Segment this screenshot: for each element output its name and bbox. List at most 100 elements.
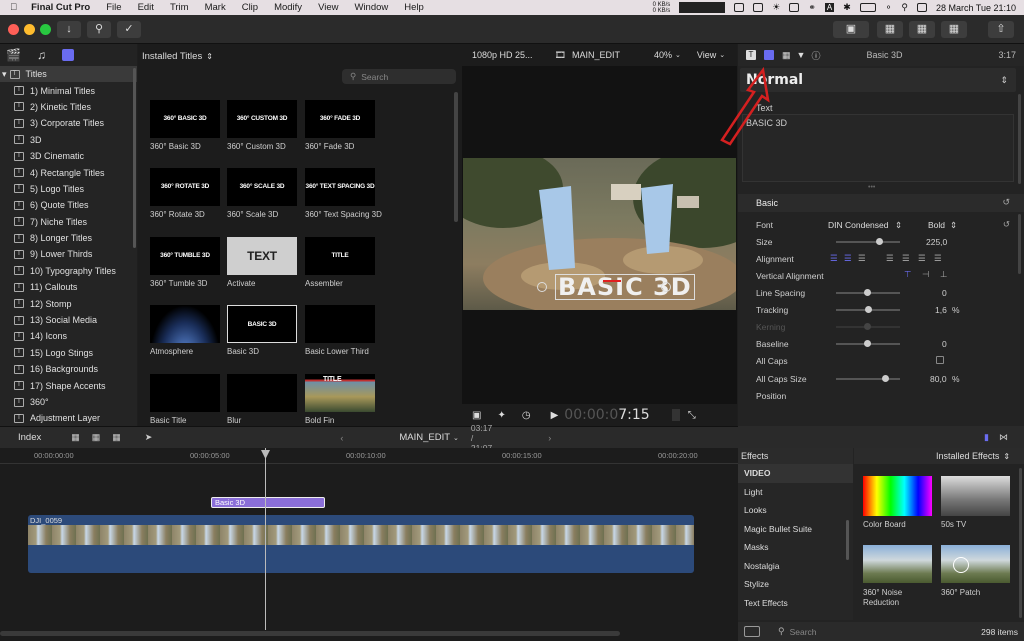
align-right-icon[interactable]: ☰ — [858, 253, 866, 264]
effects-category[interactable]: Light — [738, 483, 853, 502]
zoom-window-button[interactable] — [40, 24, 51, 35]
tracking-value[interactable]: 1,6 — [935, 305, 947, 315]
menu-window[interactable]: Window — [346, 2, 396, 13]
bluetooth-icon[interactable]: ✱ — [843, 2, 851, 13]
sidebar-item[interactable]: T 17) Shape Accents — [0, 377, 137, 393]
sidebar-item[interactable]: T 3D — [0, 132, 137, 148]
font-family-menu[interactable]: DIN Condensed — [828, 220, 888, 230]
effects-scrollbar[interactable] — [846, 520, 849, 560]
display-icon[interactable] — [789, 3, 800, 12]
sidebar-item[interactable]: T 8) Longer Titles — [0, 230, 137, 246]
browser-scrollbar[interactable] — [454, 92, 458, 222]
timeline-project[interactable]: MAIN_EDIT — [399, 432, 450, 443]
workspace-toggle-button[interactable]: ▣ — [833, 21, 869, 38]
effect-tile[interactable] — [863, 545, 932, 583]
forward-arrow-icon[interactable]: › — [548, 433, 551, 443]
justify-left-icon[interactable]: ☰ — [886, 253, 894, 264]
effects-category[interactable]: Looks — [738, 501, 853, 520]
effects-category[interactable]: Magic Bullet Suite — [738, 520, 853, 539]
size-slider[interactable] — [836, 238, 900, 245]
menu-file[interactable]: File — [98, 2, 129, 13]
fullscreen-icon[interactable]: ⤡ — [688, 410, 696, 421]
music-icon[interactable]: ♫ — [37, 48, 46, 62]
sidebar-group-titles[interactable]: ▾ T Titles — [0, 66, 137, 83]
line-spacing-value[interactable]: 0 — [942, 288, 947, 298]
index-button[interactable]: Index — [18, 432, 41, 443]
justify-full-icon[interactable]: ☰ — [934, 253, 942, 264]
all-caps-size-value[interactable]: 80,0 — [930, 374, 947, 384]
title-thumbnail[interactable]: BASIC 3D — [227, 305, 297, 343]
text-inspector-icon[interactable] — [764, 50, 774, 60]
viewer-frame[interactable]: BASIC 3D — [463, 158, 736, 310]
justify-right-icon[interactable]: ☰ — [918, 253, 926, 264]
import-button[interactable]: ↓ — [57, 21, 81, 38]
clapper-icon[interactable]: 🎬 — [6, 48, 21, 62]
slider-knob[interactable] — [876, 238, 883, 245]
sidebar-scrollbar[interactable] — [133, 68, 136, 248]
magic-wand-icon[interactable]: ✦ — [497, 410, 505, 421]
sidebar-item[interactable]: T 12) Stomp — [0, 295, 137, 311]
reset-icon[interactable]: ↺ — [1003, 219, 1010, 230]
effect-tile[interactable] — [863, 476, 932, 516]
sidebar-item[interactable]: T 11) Callouts — [0, 279, 137, 295]
title-overlay-text[interactable]: BASIC 3D — [555, 274, 695, 300]
apple-menu-icon[interactable]:  — [0, 2, 25, 13]
installed-effects-menu[interactable]: Installed Effects ⇕ — [854, 448, 1024, 464]
play-button[interactable]: ▶ — [551, 410, 559, 421]
effects-tiles-scrollbar[interactable] — [1019, 468, 1022, 618]
menu-edit[interactable]: Edit — [130, 2, 162, 13]
keyboard-icon[interactable]: A — [824, 3, 835, 12]
title-thumbnail[interactable]: TITLE — [305, 374, 375, 412]
justify-center-icon[interactable]: ☰ — [902, 253, 910, 264]
slider-knob[interactable] — [864, 289, 871, 296]
effects-category[interactable]: Nostalgia — [738, 557, 853, 576]
title-thumbnail[interactable]: TEXT — [227, 237, 297, 275]
effects-category-video[interactable]: VIDEO — [738, 464, 853, 483]
crop-tool-icon[interactable]: ▣ — [472, 410, 481, 421]
titles-generators-icon[interactable] — [61, 49, 74, 61]
slider-knob[interactable] — [882, 375, 889, 382]
effects-browser-toggle-icon[interactable]: ▮ — [984, 432, 989, 443]
line-spacing-slider[interactable] — [836, 289, 900, 296]
effects-category[interactable]: Masks — [738, 538, 853, 557]
minimize-window-button[interactable] — [24, 24, 35, 35]
align-center-icon[interactable]: ☰ — [844, 253, 852, 264]
sidebar-item[interactable]: T 15) Logo Stings — [0, 345, 137, 361]
battery-icon[interactable] — [859, 3, 876, 12]
transform-handle-icon[interactable] — [537, 282, 547, 292]
effects-search-input[interactable]: Search — [790, 627, 817, 637]
video-clip[interactable]: DJI_0059 — [28, 515, 694, 573]
back-arrow-icon[interactable]: ‹ — [340, 433, 343, 443]
sidebar-item[interactable]: T 5) Logo Titles — [0, 181, 137, 197]
title-thumbnail[interactable]: TITLE — [305, 237, 375, 275]
effect-tile[interactable] — [941, 545, 1010, 583]
clipboard-icon[interactable] — [753, 3, 764, 12]
align-left-icon[interactable]: ☰ — [830, 253, 838, 264]
slider-knob[interactable] — [864, 340, 871, 347]
timeline-scrollbar[interactable] — [0, 631, 620, 636]
basic-section-header[interactable]: Basic ↺ — [738, 194, 1024, 212]
panel-divider[interactable]: ••• — [868, 184, 875, 191]
sidebar-item[interactable]: T 4) Rectangle Titles — [0, 164, 137, 180]
menu-trim[interactable]: Trim — [162, 2, 197, 13]
title-thumbnail[interactable] — [150, 305, 220, 343]
position-arrow-icon[interactable] — [603, 280, 621, 282]
title-thumbnail[interactable]: 360° SCALE 3D — [227, 168, 297, 206]
sidebar-item[interactable]: T 360° — [0, 394, 137, 410]
inspector-scrollbar[interactable] — [1018, 94, 1021, 184]
baseline-value[interactable]: 0 — [942, 339, 947, 349]
share-button[interactable]: ⇧ — [988, 21, 1014, 38]
speed-icon[interactable]: ◷ — [522, 410, 531, 421]
sidebar-item[interactable]: T 9) Lower Thirds — [0, 246, 137, 262]
show-browser-button[interactable]: ▦ — [877, 21, 903, 38]
brightness-icon[interactable]: ☀ — [772, 2, 780, 13]
close-window-button[interactable] — [8, 24, 19, 35]
sidebar-item[interactable]: T 16) Backgrounds — [0, 361, 137, 377]
timeline-ruler[interactable]: 00:00:00:00 00:00:05:00 00:00:10:00 00:0… — [0, 448, 738, 464]
tracking-slider[interactable] — [836, 306, 900, 313]
menu-clip[interactable]: Clip — [234, 2, 266, 13]
slider-knob[interactable] — [865, 306, 872, 313]
window-icon[interactable] — [734, 3, 745, 12]
menu-mark[interactable]: Mark — [197, 2, 234, 13]
font-weight-menu[interactable]: Bold — [928, 220, 945, 230]
